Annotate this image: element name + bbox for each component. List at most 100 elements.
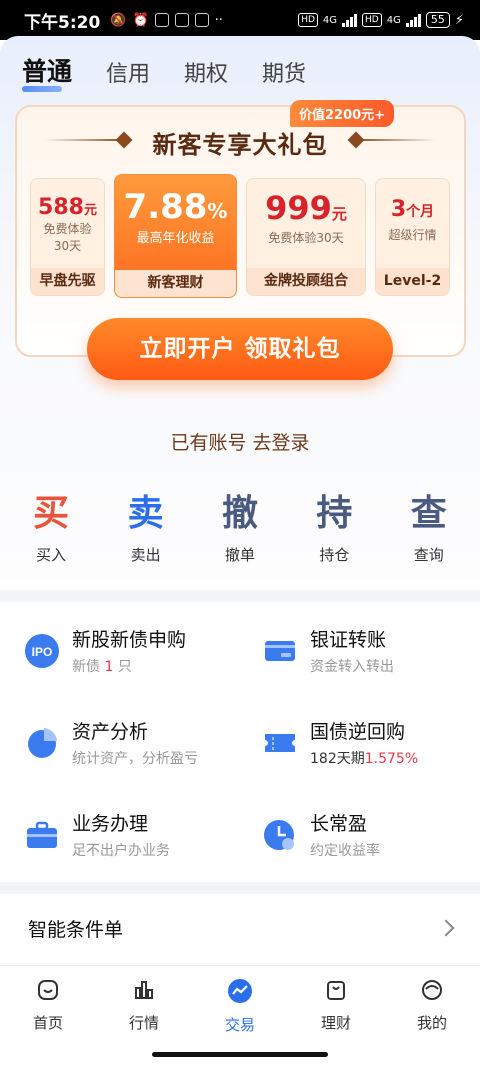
tab-normal[interactable]: 普通 (22, 52, 72, 92)
value-badge: 价值2200元+ (290, 100, 395, 127)
app-notif-icon-2 (194, 13, 209, 27)
tabbar-label: 我的 (416, 1014, 447, 1032)
positions-label: 持仓 (319, 546, 350, 564)
offer-footer: 早盘先驱 (31, 268, 104, 295)
offer-value: 3 (390, 197, 407, 222)
quick-trade-actions: 买 买入 卖 卖出 撤 撤单 持 持仓 查 查询 (0, 490, 480, 565)
status-right: HD 4G HD 4G 55 ⚡ (298, 12, 464, 28)
sell-button[interactable]: 卖 卖出 (106, 490, 186, 565)
cancel-order-icon: 撤 (221, 493, 258, 534)
home-indicator[interactable] (152, 1052, 328, 1057)
query-icon: 查 (410, 493, 447, 534)
offer-sub-2: 30天 (53, 239, 82, 253)
tabbar-label: 交易 (224, 1016, 255, 1034)
service-sub-highlight: 1.575% (364, 751, 419, 767)
net2-label: 4G (386, 14, 401, 26)
ipo-icon-text: IPO (32, 645, 53, 659)
service-title: 新股新债申购 (72, 629, 187, 651)
service-title: 银证转账 (310, 629, 387, 651)
service-fixed-yield[interactable]: 长常盈 约定收益率 (262, 809, 380, 860)
smart-condition-order-row[interactable]: 智能条件单 (0, 895, 480, 961)
query-button[interactable]: 查 查询 (389, 490, 469, 565)
service-sub: 新债 1 只 (72, 656, 186, 676)
signal-icon (342, 13, 358, 27)
service-asset-analysis[interactable]: 资产分析 统计资产，分析盈亏 (24, 717, 198, 768)
tab-options[interactable]: 期权 (184, 56, 228, 88)
video-notif-icon (174, 13, 189, 27)
offer-footer: 金牌投顾组合 (247, 268, 365, 295)
tab-credit[interactable]: 信用 (106, 56, 150, 88)
tabbar-home[interactable]: 首页 (0, 966, 96, 1037)
positions-icon: 持 (316, 493, 353, 534)
clock-coin-icon (264, 819, 294, 850)
service-sub-prefix: 182天期 (310, 751, 365, 767)
bottom-tab-bar: 首页 行情 交易 理财 我的 (0, 965, 480, 1037)
hd-icon-2: HD (362, 13, 382, 27)
query-label: 查询 (413, 546, 444, 564)
title-decoration-right (355, 139, 435, 141)
sell-label: 卖出 (130, 546, 161, 564)
cancel-order-button[interactable]: 撤 撤单 (200, 490, 280, 565)
offer-card-early-trading[interactable]: 588元 免费体验 30天 早盘先驱 (30, 178, 105, 296)
service-sub: 资金转入转出 (310, 659, 394, 675)
mute-icon: 🔕 (110, 12, 127, 28)
tabbar-market[interactable]: 行情 (96, 966, 192, 1037)
tab-futures[interactable]: 期货 (262, 56, 306, 88)
services-grid: IPO 新股新债申购 新债 1 只 银证转账 资金转入转出 资产分析 统计资产，… (0, 605, 480, 880)
tabbar-label: 首页 (32, 1014, 63, 1032)
service-title: 长常盈 (310, 813, 368, 835)
battery-icon: 55 (425, 12, 450, 28)
buy-label: 买入 (36, 546, 67, 564)
offer-value: 999 (265, 189, 332, 227)
positions-button[interactable]: 持 持仓 (294, 490, 374, 565)
open-account-button[interactable]: 立即开户 领取礼包 (87, 318, 393, 380)
offer-footer: 新客理财 (115, 270, 236, 297)
tabbar-trade[interactable]: 交易 (192, 966, 288, 1037)
service-sub: 182天期1.575% (310, 748, 418, 768)
app-notif-icon (154, 13, 169, 27)
offer-unit: % (207, 199, 228, 223)
tabbar-wealth[interactable]: 理财 (288, 966, 384, 1037)
profile-icon (422, 980, 442, 1000)
offer-value: 588 (38, 195, 84, 220)
buy-button[interactable]: 买 买入 (11, 490, 91, 565)
offer-sub: 免费体验 (43, 222, 92, 236)
service-ipo-subscription[interactable]: IPO 新股新债申购 新债 1 只 (24, 625, 186, 676)
offer-unit: 个月 (406, 204, 435, 220)
service-bank-transfer[interactable]: 银证转账 资金转入转出 (262, 625, 394, 676)
tabbar-label: 行情 (128, 1014, 159, 1032)
market-icon (135, 981, 153, 999)
chevron-right-icon (437, 919, 455, 937)
pie-chart-icon (28, 727, 57, 758)
charging-icon: ⚡ (454, 12, 464, 28)
offer-sub: 免费体验30天 (268, 231, 344, 245)
service-sub: 足不出户办业务 (72, 843, 170, 859)
section-divider-2 (0, 882, 480, 894)
tabbar-profile[interactable]: 我的 (384, 966, 480, 1037)
offer-card-advisor-portfolio[interactable]: 999元 免费体验30天 金牌投顾组合 (246, 178, 366, 296)
status-time: 下午5:20 (24, 12, 101, 33)
app-screen: 下午5:20 🔕 ⏰ ·· HD 4G HD 4G 55 ⚡ 普通 信用 期权 … (0, 0, 480, 1066)
offer-unit: 元 (331, 205, 347, 223)
offer-card-new-customer-finance[interactable]: 7.88% 最高年化收益 新客理财 (114, 174, 237, 298)
service-title: 资产分析 (72, 721, 149, 743)
home-icon (38, 980, 58, 1000)
signal-icon-2 (405, 13, 421, 27)
hd-icon: HD (298, 13, 318, 27)
trade-icon (228, 979, 252, 1003)
ipo-icon: IPO (25, 633, 59, 668)
section-divider (0, 590, 480, 602)
more-dots-icon: ·· (214, 12, 223, 28)
offer-value: 7.88 (123, 187, 208, 227)
service-reverse-repo[interactable]: 国债逆回购 182天期1.575% (262, 717, 418, 768)
sell-icon: 卖 (127, 493, 164, 534)
net1-label: 4G (322, 14, 338, 26)
briefcase-icon (27, 821, 57, 848)
offer-sub: 超级行情 (388, 228, 437, 242)
offer-card-level2[interactable]: 3个月 超级行情 Level-2 (375, 178, 450, 296)
service-sub: 统计资产，分析盈亏 (72, 751, 198, 767)
login-link[interactable]: 已有账号 去登录 (0, 428, 480, 455)
alarm-icon: ⏰ (132, 12, 149, 28)
offer-sub: 最高年化收益 (136, 231, 215, 246)
service-business-handling[interactable]: 业务办理 足不出户办业务 (24, 809, 170, 860)
